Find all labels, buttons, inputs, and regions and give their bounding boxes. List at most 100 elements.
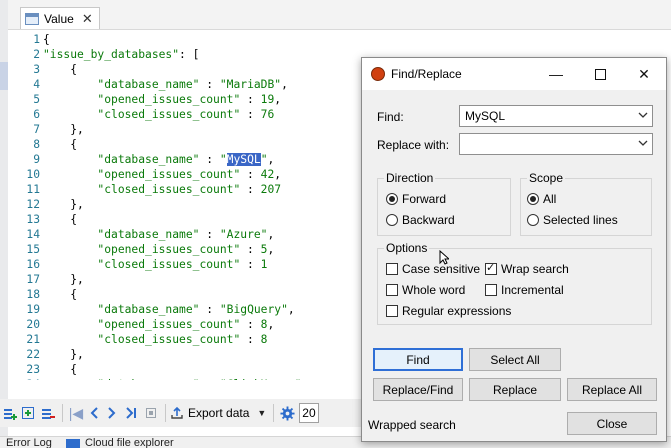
code-line[interactable]: 13 {	[8, 212, 77, 227]
line-code: "opened_issues_count" : 5,	[40, 243, 274, 256]
backward-radio-circle[interactable]	[386, 214, 398, 226]
wrap-search-box[interactable]	[485, 261, 497, 275]
close-tab-icon[interactable]: ✕	[82, 11, 93, 27]
replace-input[interactable]	[459, 133, 653, 155]
whole-word-box[interactable]	[386, 284, 398, 296]
wrap-search-checkbox[interactable]: Wrap search	[485, 261, 569, 276]
export-data-button[interactable]: Export data	[170, 403, 249, 423]
code-token: 19	[260, 93, 275, 106]
regex-box[interactable]	[386, 305, 398, 317]
line-code: "database_name" : "ClickHouse",	[40, 378, 308, 380]
case-sensitive-box[interactable]	[386, 263, 398, 275]
error-log-tab[interactable]: Error Log	[6, 437, 52, 448]
page-size-input[interactable]: 20	[299, 403, 320, 423]
settings-gear-icon[interactable]	[278, 403, 296, 423]
code-line[interactable]: 3 {	[8, 62, 77, 77]
fetch-page-icon[interactable]	[141, 403, 161, 423]
code-line[interactable]: 2 "issue_by_databases": [	[8, 47, 199, 62]
line-code: "closed_issues_count" : 1	[40, 258, 267, 271]
scope-all-radio[interactable]: All	[527, 192, 556, 206]
code-token: ,	[301, 378, 308, 380]
code-token: :	[199, 378, 219, 380]
delete-row-icon[interactable]	[38, 403, 58, 423]
next-page-icon[interactable]	[103, 403, 121, 423]
dialog-title: Find/Replace	[391, 67, 462, 81]
tab-value[interactable]: Value ✕	[20, 7, 100, 29]
json-editor[interactable]: 1{2 "issue_by_databases": [3 {4 "database…	[8, 30, 368, 380]
code-line[interactable]: 19 "database_name" : "BigQuery",	[8, 302, 294, 317]
code-line[interactable]: 7 },	[8, 122, 84, 137]
code-line[interactable]: 9 "database_name" : "MySQL",	[8, 152, 274, 167]
last-page-icon[interactable]	[121, 403, 141, 423]
code-line[interactable]: 22 },	[8, 347, 83, 362]
code-token: "MariaDB"	[219, 78, 282, 91]
add-row-icon[interactable]	[2, 403, 18, 423]
replace-find-button[interactable]: Replace/Find	[373, 378, 463, 401]
code-line[interactable]: 23 {	[8, 362, 77, 377]
code-line[interactable]: 20 "opened_issues_count" : 8,	[8, 317, 274, 332]
code-line[interactable]: 1{	[8, 32, 50, 47]
selected-lines-radio[interactable]: Selected lines	[527, 213, 618, 227]
line-code: "database_name" : "MariaDB",	[40, 78, 288, 91]
line-number: 16	[26, 258, 40, 271]
code-token: "	[219, 153, 227, 166]
code-token: "database_name"	[97, 153, 200, 166]
code-line[interactable]: 11 "closed_issues_count" : 207	[8, 182, 281, 197]
code-line[interactable]: 17 },	[8, 272, 83, 287]
code-line[interactable]: 10 "opened_issues_count" : 42,	[8, 167, 281, 182]
case-sensitive-checkbox[interactable]: Case sensitive	[386, 262, 480, 276]
selected-lines-radio-circle[interactable]	[527, 214, 539, 226]
incremental-checkbox[interactable]: Incremental	[485, 283, 564, 297]
duplicate-row-icon[interactable]	[18, 403, 38, 423]
code-line[interactable]: 24 "database_name" : "ClickHouse",	[8, 377, 308, 380]
gutter-selection	[0, 62, 8, 90]
regex-checkbox[interactable]: Regular expressions	[386, 304, 511, 318]
incremental-box[interactable]	[485, 284, 497, 296]
maximize-button[interactable]	[578, 58, 622, 90]
whole-word-checkbox[interactable]: Whole word	[386, 283, 465, 297]
replace-button[interactable]: Replace	[469, 378, 561, 401]
code-line[interactable]: 21 "closed_issues_count" : 8	[8, 332, 267, 347]
code-token: 8	[260, 333, 268, 346]
scope-all-radio-circle[interactable]	[527, 193, 539, 205]
select-all-button[interactable]: Select All	[469, 348, 561, 371]
cloud-explorer-tab[interactable]: Cloud file explorer	[85, 437, 174, 448]
direction-group: Direction Forward Backward	[377, 171, 511, 236]
code-token: "closed_issues_count"	[97, 333, 241, 346]
line-number: 2	[33, 48, 40, 61]
line-number: 6	[33, 108, 40, 121]
code-line[interactable]: 6 "closed_issues_count" : 76	[8, 107, 274, 122]
code-line[interactable]: 8 {	[8, 137, 77, 152]
find-input[interactable]: MySQL	[459, 105, 653, 127]
first-page-icon[interactable]: |◀	[67, 403, 85, 423]
replace-all-button[interactable]: Replace All	[567, 378, 657, 401]
code-line[interactable]: 14 "database_name" : "Azure",	[8, 227, 274, 242]
close-window-button[interactable]: ✕	[622, 58, 666, 90]
line-number: 14	[26, 228, 40, 241]
code-token: 76	[260, 108, 275, 121]
chevron-down-icon[interactable]	[638, 138, 648, 148]
find-button[interactable]: Find	[373, 348, 463, 371]
forward-radio[interactable]: Forward	[386, 192, 446, 206]
forward-radio-circle[interactable]	[386, 193, 398, 205]
export-dropdown-arrow-icon[interactable]: ▼	[257, 408, 266, 418]
code-line[interactable]: 15 "opened_issues_count" : 5,	[8, 242, 274, 257]
scope-group: Scope All Selected lines	[520, 171, 652, 236]
code-token: :	[199, 303, 220, 316]
backward-radio[interactable]: Backward	[386, 213, 455, 227]
chevron-down-icon[interactable]	[638, 110, 648, 120]
code-token: ,	[281, 78, 288, 91]
minimize-button[interactable]: —	[534, 58, 578, 90]
close-button[interactable]: Close	[567, 412, 657, 435]
search-match-highlight: MySQL	[226, 153, 261, 166]
code-token: "opened_issues_count"	[97, 93, 241, 106]
code-line[interactable]: 4 "database_name" : "MariaDB",	[8, 77, 288, 92]
code-line[interactable]: 16 "closed_issues_count" : 1	[8, 257, 267, 272]
code-line[interactable]: 18 {	[8, 287, 77, 302]
code-line[interactable]: 5 "opened_issues_count" : 19,	[8, 92, 281, 107]
previous-page-icon[interactable]	[85, 403, 103, 423]
code-line[interactable]: 12 },	[8, 197, 83, 212]
